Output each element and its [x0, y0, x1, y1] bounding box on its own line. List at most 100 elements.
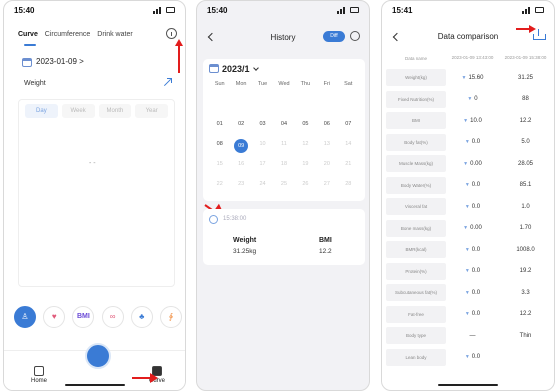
table-row: Body Water(%) ▼ 0.0 85.1 [386, 175, 552, 197]
date-selector[interactable]: 2023-01-09 > [36, 57, 84, 66]
measure-footprint-button[interactable] [85, 343, 111, 369]
fat-icon[interactable]: ∞ [101, 306, 124, 328]
header-date-b: 2023-01-09 15:38:00 [504, 55, 547, 60]
value-a-text: 0.0 [471, 139, 481, 146]
period-week[interactable]: Week [61, 104, 95, 118]
calendar-day[interactable]: 20 [316, 159, 337, 169]
value-a-text: 10.0 [470, 117, 482, 124]
row-value-a: ▼ 0.0 [446, 139, 499, 145]
curve-screen: 15:40 Curve Circumference Drink water 20… [3, 0, 186, 391]
row-value-a: ▼ 15.60 [446, 75, 499, 81]
period-year[interactable]: Year [135, 104, 168, 118]
calendar-day[interactable]: 13 [316, 139, 337, 149]
period-day[interactable]: Day [25, 104, 58, 118]
record-weight-value: 31.25kg [233, 248, 257, 255]
calendar-day[interactable]: 12 [295, 139, 316, 149]
status-bar: 15:41 [392, 6, 544, 16]
down-triangle-icon: ▼ [464, 182, 470, 189]
top-tabs: Curve Circumference Drink water [18, 31, 138, 38]
calendar-day[interactable]: 02 [230, 119, 251, 129]
calendar-day[interactable]: 11 [273, 139, 294, 149]
row-value-a: ▼ 0.0 [446, 290, 499, 296]
row-value-b: 19.2 [519, 268, 532, 275]
info-icon[interactable] [166, 28, 177, 39]
calendar-day[interactable]: 08 [209, 139, 230, 149]
arm-icon[interactable]: ∳ [159, 306, 182, 328]
tab-drink-water[interactable]: Drink water [97, 31, 132, 38]
row-value-b: 5.0 [521, 139, 530, 146]
calendar-day[interactable]: 05 [295, 119, 316, 129]
value-a-text: 15.60 [468, 74, 484, 81]
home-indicator [438, 384, 498, 386]
metric-selector: ♙ ♥ BMI ∞ ♣ ∳ [14, 306, 182, 328]
row-value-b: Thin [519, 332, 532, 339]
calendar-day[interactable]: 25 [273, 179, 294, 189]
signal-wifi-battery-icon [522, 7, 544, 14]
table-row: Muscle Mass(kg) ▼ 0.00 28.05 [386, 153, 552, 175]
calendar-day[interactable]: 27 [316, 179, 337, 189]
record-bmi-value: 12.2 [319, 248, 332, 255]
calendar-day[interactable]: 26 [295, 179, 316, 189]
row-data-name: Body Water(%) [386, 176, 446, 194]
heart-rate-icon[interactable]: ♥ [43, 306, 66, 328]
row-value-b: 1.70 [519, 225, 532, 232]
value-a-text: — [469, 332, 476, 339]
down-triangle-icon: ▼ [464, 268, 470, 275]
calendar-day[interactable]: 01 [209, 119, 230, 129]
calendar-day[interactable]: 07 [338, 119, 359, 129]
calendar-day[interactable]: 03 [252, 119, 273, 129]
status-time: 15:40 [207, 6, 228, 15]
calendar-day[interactable]: 24 [252, 179, 273, 189]
calendar-icon [209, 64, 219, 73]
page-title: Data comparison [437, 32, 499, 41]
calendar-day[interactable]: 28 [338, 179, 359, 189]
weekday-label: Thu [300, 81, 311, 87]
month-label: 2023/1 [222, 64, 250, 74]
screenshot-collage: 15:40 Curve Circumference Drink water 20… [0, 0, 557, 391]
calendar-day[interactable]: 09 [230, 139, 251, 153]
bmi-icon[interactable]: BMI [72, 306, 95, 328]
row-value-b: 31.25 [517, 74, 533, 81]
header-date-a: 2023-01-09 13:43:00 [451, 55, 494, 60]
calendar-day[interactable]: 10 [252, 139, 273, 149]
data-comparison-screen: 15:41 Data comparison Data name 2023-01-… [381, 0, 555, 391]
diff-toggle[interactable]: Diff [323, 31, 345, 42]
calendar-day[interactable]: 22 [209, 179, 230, 189]
weekday-label: Fri [323, 81, 331, 87]
down-triangle-icon: ▼ [463, 225, 469, 232]
row-data-name: Bone mass(kg) [386, 219, 446, 237]
table-row: Bone mass(kg) ▼ 0.00 1.70 [386, 218, 552, 240]
calendar-day[interactable]: 17 [252, 159, 273, 169]
calendar-day[interactable]: 14 [338, 139, 359, 149]
calendar-day[interactable]: 04 [273, 119, 294, 129]
chart-area: Day Week Month Year - - [18, 99, 175, 287]
calendar-day[interactable]: 18 [273, 159, 294, 169]
value-a-text: 0.0 [471, 268, 481, 275]
down-triangle-icon: ▼ [464, 311, 470, 318]
record-bmi-label: BMI [319, 237, 332, 244]
expand-icon[interactable] [162, 78, 172, 88]
row-value-b: 1.0 [521, 203, 530, 210]
annotation-arrow-right [516, 25, 536, 33]
nav-home[interactable]: Home [24, 366, 54, 384]
value-a-text: 0.0 [471, 246, 481, 253]
muscle-icon[interactable]: ♣ [130, 306, 153, 328]
record-card[interactable]: 15:38:00 Weight 31.25kg BMI 12.2 [203, 209, 365, 265]
calendar-day[interactable]: 16 [230, 159, 251, 169]
calendar-day[interactable]: 19 [295, 159, 316, 169]
calendar-day[interactable]: 15 [209, 159, 230, 169]
row-value-a: ▼ 0.00 [446, 161, 499, 167]
body-icon[interactable]: ♙ [14, 306, 36, 328]
down-triangle-icon: ▼ [464, 139, 470, 146]
month-selector[interactable]: 2023/1 [209, 63, 259, 74]
row-data-name: Visceral fat [386, 198, 446, 216]
calendar-day[interactable]: 21 [338, 159, 359, 169]
calendar-day[interactable]: 06 [316, 119, 337, 129]
refresh-icon[interactable] [350, 31, 360, 41]
tab-circumference[interactable]: Circumference [45, 31, 91, 38]
row-value-a: ▼ 0.00 [446, 225, 499, 231]
calendar-day[interactable]: 23 [230, 179, 251, 189]
period-month[interactable]: Month [98, 104, 132, 118]
tab-curve[interactable]: Curve [18, 31, 38, 38]
down-triangle-icon: ▼ [461, 74, 467, 81]
